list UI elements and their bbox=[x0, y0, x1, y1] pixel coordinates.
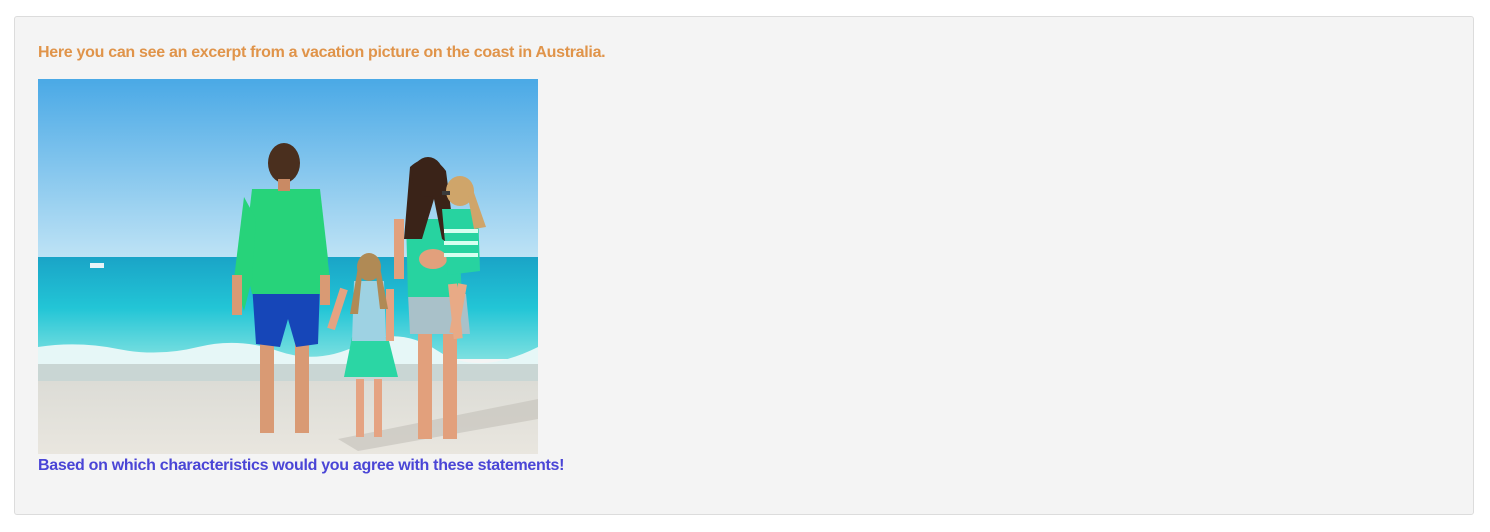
question-text: Based on which characteristics would you… bbox=[38, 457, 565, 474]
intro-text: Here you can see an excerpt from a vacat… bbox=[38, 44, 606, 61]
question-panel: Here you can see an excerpt from a vacat… bbox=[14, 16, 1474, 515]
beach-family-photo bbox=[38, 79, 538, 454]
